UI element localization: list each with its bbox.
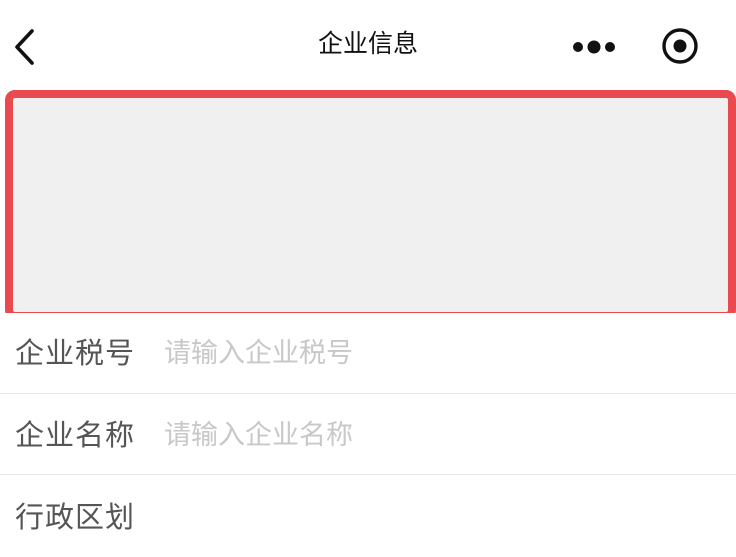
row-divider [0,474,736,475]
close-miniprogram-button[interactable] [660,26,700,66]
administrative-division-label: 行政区划 [15,500,136,534]
administrative-division-row[interactable]: 行政区划 [0,477,736,557]
more-button[interactable] [568,30,620,64]
company-name-row: 企业名称 [0,395,736,475]
row-divider [0,393,736,394]
tax-number-row: 企业税号 [0,313,736,393]
company-name-input[interactable] [164,413,704,457]
company-name-label: 企业名称 [15,418,136,452]
navigation-bar: 企业信息 [0,0,736,90]
target-close-icon [662,28,698,64]
tax-number-label: 企业税号 [15,336,136,370]
more-dots-icon [573,40,615,54]
tax-number-input[interactable] [164,331,704,375]
highlighted-banner-area [5,90,736,320]
page-title: 企业信息 [317,29,418,58]
